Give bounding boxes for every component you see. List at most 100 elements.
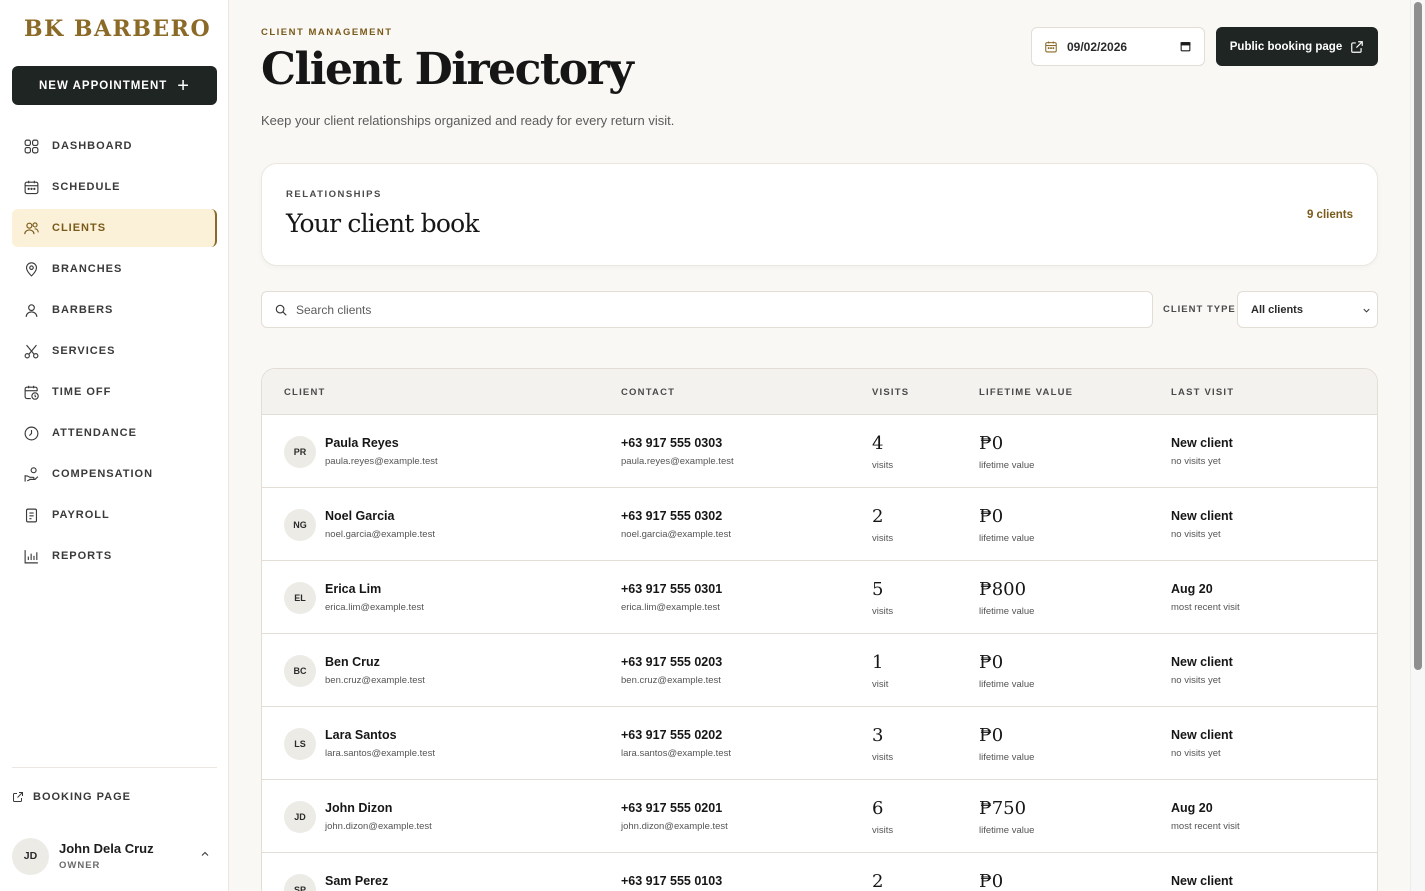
contact-email: erica.lim@example.test — [621, 602, 720, 613]
visit-count-label: visit — [872, 679, 889, 690]
receipt-icon — [23, 507, 40, 524]
bar-chart-icon — [23, 548, 40, 565]
table-row[interactable]: LS Lara Santos lara.santos@example.test … — [262, 707, 1377, 780]
avatar: PR — [284, 436, 316, 468]
lifetime-value: ₱800 — [979, 579, 1027, 600]
table-row[interactable]: PR Paula Reyes paula.reyes@example.test … — [262, 415, 1377, 488]
sidebar-item-label: ATTENDANCE — [52, 427, 137, 439]
sidebar-item-label: BRANCHES — [52, 263, 123, 275]
user-menu[interactable]: JD John Dela Cruz OWNER — [12, 836, 217, 876]
column-header-last-visit[interactable]: LAST VISIT — [1171, 387, 1234, 398]
external-link-icon — [1351, 40, 1364, 53]
external-link-icon — [13, 792, 23, 802]
table-row[interactable]: EL Erica Lim erica.lim@example.test +63 … — [262, 561, 1377, 634]
chevron-down-icon — [1363, 308, 1370, 313]
client-email: lara.santos@example.test — [325, 748, 435, 759]
sidebar-item-clients[interactable]: CLIENTS — [12, 209, 217, 247]
public-booking-page-button[interactable]: Public booking page — [1216, 27, 1378, 66]
sidebar-item-time-off[interactable]: TIME OFF — [12, 373, 217, 411]
relationships-title: Your client book — [286, 209, 480, 238]
clock-icon — [23, 425, 40, 442]
visit-count: 2 — [872, 871, 884, 891]
last-visit: New client — [1171, 655, 1233, 669]
last-visit: New client — [1171, 728, 1233, 742]
sidebar-item-reports[interactable]: REPORTS — [12, 537, 217, 575]
chevron-up-icon — [201, 851, 209, 856]
last-visit-note: no visits yet — [1171, 748, 1221, 759]
client-phone: +63 917 555 0202 — [621, 728, 723, 742]
client-email: john.dizon@example.test — [325, 821, 432, 832]
last-visit-note: most recent visit — [1171, 821, 1240, 832]
client-phone: +63 917 555 0203 — [621, 655, 723, 669]
sidebar-item-barbers[interactable]: BARBERS — [12, 291, 217, 329]
visit-count-label: visits — [872, 460, 894, 471]
column-header-client[interactable]: CLIENT — [284, 387, 326, 398]
visit-count: 6 — [872, 798, 884, 819]
lifetime-value: ₱0 — [979, 506, 1004, 527]
lifetime-value-label: lifetime value — [979, 533, 1035, 544]
avatar: JD — [284, 801, 316, 833]
sidebar-item-schedule[interactable]: SCHEDULE — [12, 168, 217, 206]
client-name: Erica Lim — [325, 582, 382, 596]
map-pin-icon — [23, 261, 40, 278]
table-row[interactable]: NG Noel Garcia noel.garcia@example.test … — [262, 488, 1377, 561]
column-header-lifetime-value[interactable]: LIFETIME VALUE — [979, 387, 1073, 398]
sidebar-item-compensation[interactable]: COMPENSATION — [12, 455, 217, 493]
sidebar-item-services[interactable]: SERVICES — [12, 332, 217, 370]
column-header-contact[interactable]: CONTACT — [621, 387, 675, 398]
table-header: CLIENT CONTACT VISITS LIFETIME VALUE LAS… — [262, 369, 1377, 415]
client-name: John Dizon — [325, 801, 393, 815]
booking-page-label: BOOKING PAGE — [33, 791, 131, 803]
sidebar-item-branches[interactable]: BRANCHES — [12, 250, 217, 288]
column-header-visits[interactable]: VISITS — [872, 387, 909, 398]
search-icon — [275, 304, 287, 316]
client-phone: +63 917 555 0303 — [621, 436, 723, 450]
client-name: Lara Santos — [325, 728, 397, 742]
last-visit: New client — [1171, 509, 1233, 523]
sidebar-item-dashboard[interactable]: DASHBOARD — [12, 127, 217, 165]
table-row[interactable]: JD John Dizon john.dizon@example.test +6… — [262, 780, 1377, 853]
calendar-clock-icon — [23, 384, 40, 401]
table-row[interactable]: BC Ben Cruz ben.cruz@example.test +63 91… — [262, 634, 1377, 707]
grid-icon — [23, 138, 40, 155]
avatar: SP — [284, 874, 316, 891]
visit-count: 5 — [872, 579, 884, 600]
last-visit: New client — [1171, 874, 1233, 888]
contact-email: lara.santos@example.test — [621, 748, 731, 759]
page-subtitle: Keep your client relationships organized… — [261, 113, 675, 128]
sidebar-item-attendance[interactable]: ATTENDANCE — [12, 414, 217, 452]
sidebar-item-label: TIME OFF — [52, 386, 112, 398]
client-phone: +63 917 555 0302 — [621, 509, 723, 523]
search-input[interactable] — [296, 302, 1152, 317]
visit-count-label: visits — [872, 606, 894, 617]
lifetime-value-label: lifetime value — [979, 606, 1035, 617]
last-visit: New client — [1171, 436, 1233, 450]
booking-page-link[interactable]: BOOKING PAGE — [12, 791, 131, 803]
table-row[interactable]: SP Sam Perez +63 917 555 0103 2 ₱0 New c… — [262, 853, 1377, 891]
scrollbar-thumb[interactable] — [1414, 2, 1422, 670]
sidebar-item-label: SCHEDULE — [52, 181, 121, 193]
sidebar-item-payroll[interactable]: PAYROLL — [12, 496, 217, 534]
page-scrollbar[interactable] — [1410, 0, 1425, 891]
new-appointment-button[interactable]: NEW APPOINTMENT + — [12, 66, 217, 105]
sidebar-divider — [12, 767, 217, 768]
client-name: Noel Garcia — [325, 509, 395, 523]
relationships-eyebrow: RELATIONSHIPS — [286, 189, 382, 200]
client-type-value: All clients — [1251, 303, 1303, 316]
search-box[interactable] — [261, 291, 1153, 328]
last-visit-note: no visits yet — [1171, 675, 1221, 686]
date-value: 09/02/2026 — [1067, 39, 1128, 54]
calendar-picker-icon[interactable] — [1179, 40, 1192, 53]
visit-count: 1 — [872, 652, 884, 673]
avatar: BC — [284, 655, 316, 687]
lifetime-value: ₱0 — [979, 652, 1004, 673]
last-visit: Aug 20 — [1171, 801, 1213, 815]
client-type-select[interactable]: All clients — [1237, 291, 1378, 328]
sidebar-item-label: DASHBOARD — [52, 140, 133, 152]
lifetime-value: ₱750 — [979, 798, 1027, 819]
client-email: ben.cruz@example.test — [325, 675, 425, 686]
page-title: Client Directory — [261, 44, 634, 95]
date-picker[interactable]: 09/02/2026 — [1031, 27, 1205, 66]
client-phone: +63 917 555 0201 — [621, 801, 723, 815]
sidebar-item-label: CLIENTS — [52, 222, 107, 234]
